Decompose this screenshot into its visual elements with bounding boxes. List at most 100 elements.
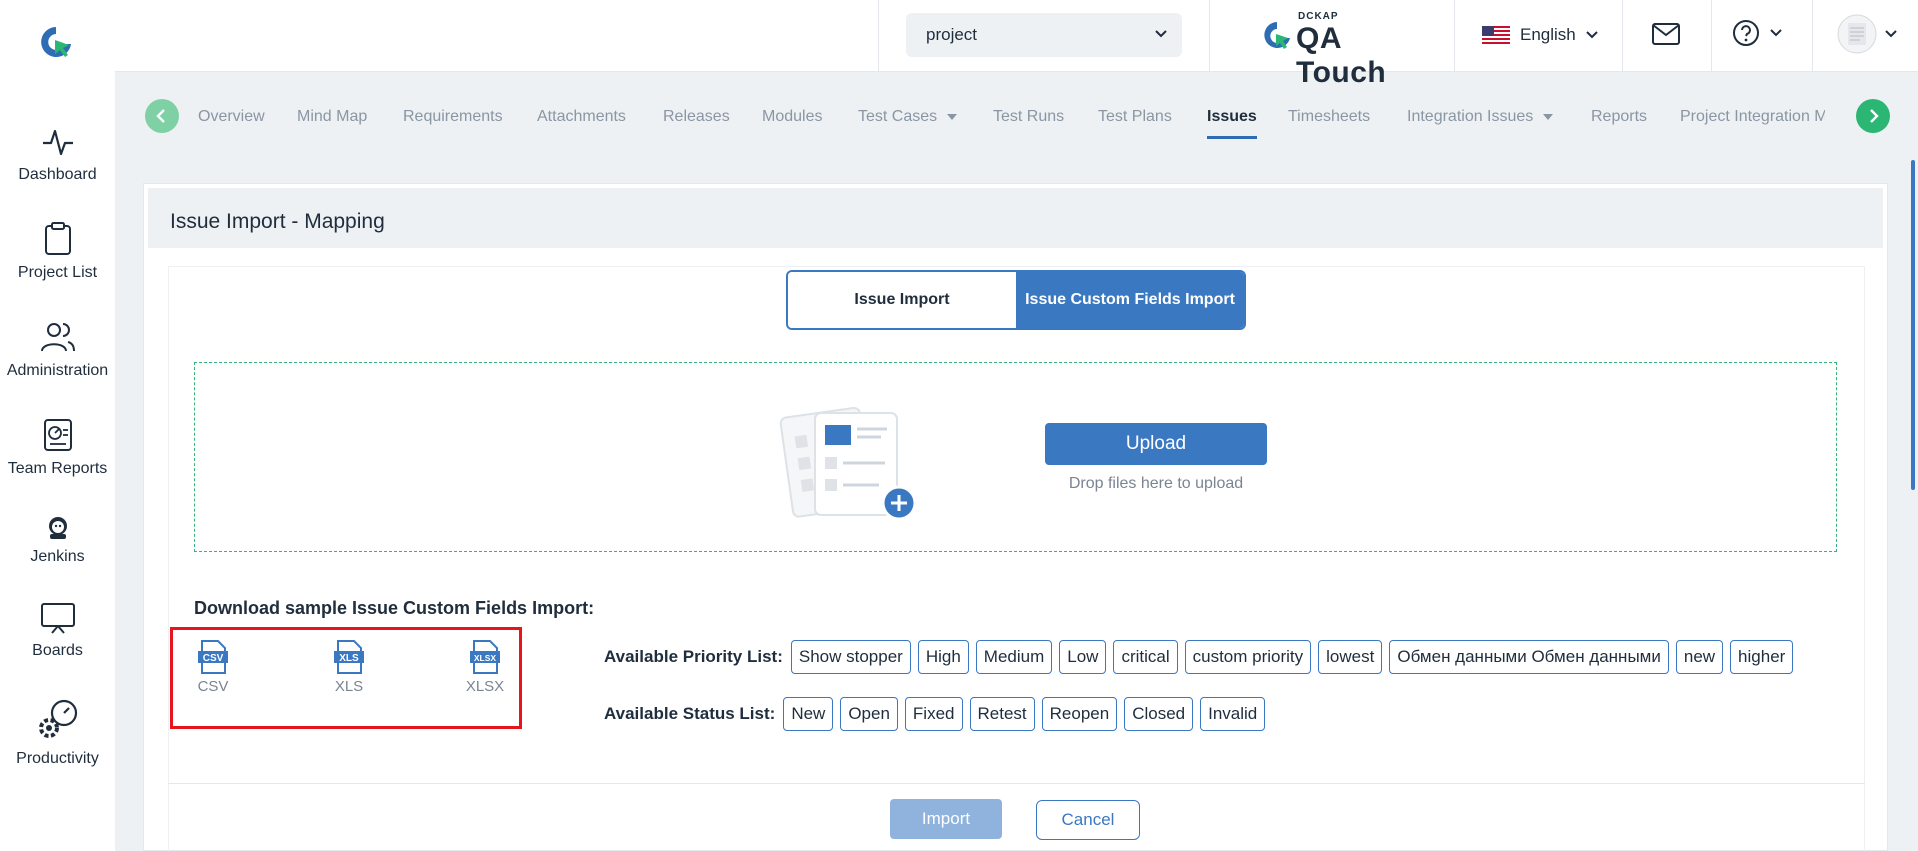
status-chip: Invalid <box>1200 697 1266 731</box>
clipboard-icon <box>44 222 71 255</box>
download-csv-link[interactable]: CSV CSV <box>183 640 243 695</box>
status-chip: Closed <box>1124 697 1194 731</box>
tab-test-cases[interactable]: Test Cases <box>858 108 958 126</box>
priority-chip: Medium <box>975 640 1053 674</box>
qa-touch-logo[interactable] <box>38 24 74 60</box>
chevron-down-icon <box>1586 31 1598 39</box>
tab-timesheets[interactable]: Timesheets <box>1288 108 1370 126</box>
project-tabs: Overview Mind Map Requirements Attachmen… <box>145 96 1890 140</box>
user-menu[interactable] <box>1837 14 1897 54</box>
tab-label: Test Cases <box>858 108 938 125</box>
priority-chip: custom priority <box>1184 640 1312 674</box>
brand-logo[interactable]: DCKAP QA Touch <box>1262 10 1432 89</box>
activity-icon <box>42 129 73 156</box>
tab-project-integration[interactable]: Project Integration M <box>1680 108 1825 126</box>
sidebar-item-label: Jenkins <box>30 548 85 565</box>
help-menu[interactable] <box>1732 19 1782 47</box>
users-icon <box>40 323 75 352</box>
sidebar-item-label: Administration <box>6 362 109 379</box>
tab-requirements[interactable]: Requirements <box>403 108 503 126</box>
header-divider <box>1622 0 1623 72</box>
priority-chip: Обмен данными Обмен данными <box>1389 640 1669 674</box>
sidebar-item-team-reports[interactable]: Team Reports <box>0 418 115 478</box>
tab-integration-issues[interactable]: Integration Issues <box>1407 108 1554 126</box>
priority-chip: critical <box>1113 640 1178 674</box>
sidebar-item-label: Boards <box>32 642 83 659</box>
chevron-down-icon <box>1885 30 1897 38</box>
tab-test-plans[interactable]: Test Plans <box>1098 108 1172 126</box>
priority-list-row: Available Priority List: Show stopper Hi… <box>604 640 1800 674</box>
qa-touch-brand-icon <box>1264 22 1290 49</box>
brand-company: DCKAP <box>1298 11 1339 22</box>
issue-import-card: Issue Import - Mapping Issue Import Issu… <box>143 183 1888 851</box>
import-panel <box>168 266 1865 851</box>
tab-reports[interactable]: Reports <box>1591 108 1647 126</box>
xls-file-icon: XLS <box>334 640 364 674</box>
priority-chip: High <box>917 640 969 674</box>
sidebar-item-project-list[interactable]: Project List <box>0 222 115 282</box>
caret-down-icon <box>1543 113 1554 120</box>
page-title: Issue Import - Mapping <box>170 210 385 233</box>
priority-chip: Low <box>1059 640 1107 674</box>
top-header: project DCKAP QA Touch English <box>115 0 1918 89</box>
file-dropzone[interactable]: Upload Drop files here to upload <box>194 362 1837 552</box>
import-type-toggle: Issue Import Issue Custom Fields Import <box>786 270 1246 330</box>
mail-icon[interactable] <box>1651 22 1681 46</box>
upload-button[interactable]: Upload <box>1045 423 1267 465</box>
card-header: Issue Import - Mapping <box>148 188 1883 248</box>
sidebar-item-label: Dashboard <box>18 166 97 183</box>
avatar <box>1837 14 1877 54</box>
tab-modules[interactable]: Modules <box>762 108 822 126</box>
sidebar-item-boards[interactable]: Boards <box>0 602 115 660</box>
sidebar-item-label: Project List <box>17 264 98 281</box>
caret-down-icon <box>947 113 958 120</box>
tab-mind-map[interactable]: Mind Map <box>297 108 367 126</box>
download-xlsx-link[interactable]: XLSX XLSX <box>455 640 515 695</box>
import-button[interactable]: Import <box>890 799 1002 839</box>
sidebar-item-label: Team Reports <box>7 460 108 477</box>
status-chip: Fixed <box>904 697 963 731</box>
tab-releases[interactable]: Releases <box>663 108 730 126</box>
download-sample-title: Download sample Issue Custom Fields Impo… <box>194 598 595 618</box>
issue-custom-fields-import-tab[interactable]: Issue Custom Fields Import <box>1016 272 1244 328</box>
sidebar-item-productivity[interactable]: Productivity <box>0 698 115 768</box>
issue-import-tab[interactable]: Issue Import <box>788 272 1016 328</box>
tabs-scroll-right-button[interactable] <box>1856 99 1890 133</box>
language-label: English <box>1520 25 1576 44</box>
sidebar-item-jenkins[interactable]: Jenkins <box>0 516 115 566</box>
sample-files-highlight: CSV CSV XLS XLS XLSX XLSX <box>170 627 522 729</box>
sidebar-item-dashboard[interactable]: Dashboard <box>0 126 115 184</box>
tab-overview[interactable]: Overview <box>198 108 265 126</box>
status-list-label: Available Status List: <box>604 704 776 723</box>
language-select[interactable]: English <box>1482 20 1598 50</box>
tabs-scroll-left-button[interactable] <box>145 99 179 133</box>
tab-test-runs[interactable]: Test Runs <box>993 108 1064 126</box>
header-divider <box>878 0 879 72</box>
file-label: CSV <box>197 678 229 695</box>
status-chip: Open <box>840 697 898 731</box>
footer-divider <box>168 783 1865 784</box>
cancel-button[interactable]: Cancel <box>1036 800 1140 840</box>
file-icon-text: XLSX <box>474 653 497 663</box>
status-chip: Retest <box>969 697 1035 731</box>
header-divider <box>1454 0 1455 72</box>
tab-issues[interactable]: Issues <box>1207 108 1257 139</box>
chevron-down-icon <box>1770 29 1782 37</box>
file-label: XLSX <box>465 678 505 695</box>
download-xls-link[interactable]: XLS XLS <box>319 640 379 695</box>
csv-file-icon: CSV <box>198 640 228 674</box>
file-label: XLS <box>334 678 364 695</box>
brand-name: QA Touch <box>1296 22 1387 89</box>
xlsx-file-icon: XLSX <box>470 640 500 674</box>
page-scrollbar[interactable] <box>1911 160 1915 490</box>
status-list-row: Available Status List: New Open Fixed Re… <box>604 697 1272 731</box>
chevron-down-icon <box>1155 30 1167 38</box>
chevron-left-icon <box>156 109 165 123</box>
sidebar-item-administration[interactable]: Administration <box>0 320 115 380</box>
status-chip: Reopen <box>1041 697 1118 731</box>
file-icon-text: XLS <box>339 653 359 664</box>
report-icon <box>43 419 72 451</box>
us-flag-icon <box>1482 26 1510 44</box>
tab-attachments[interactable]: Attachments <box>537 108 626 126</box>
project-select[interactable]: project <box>906 13 1182 57</box>
